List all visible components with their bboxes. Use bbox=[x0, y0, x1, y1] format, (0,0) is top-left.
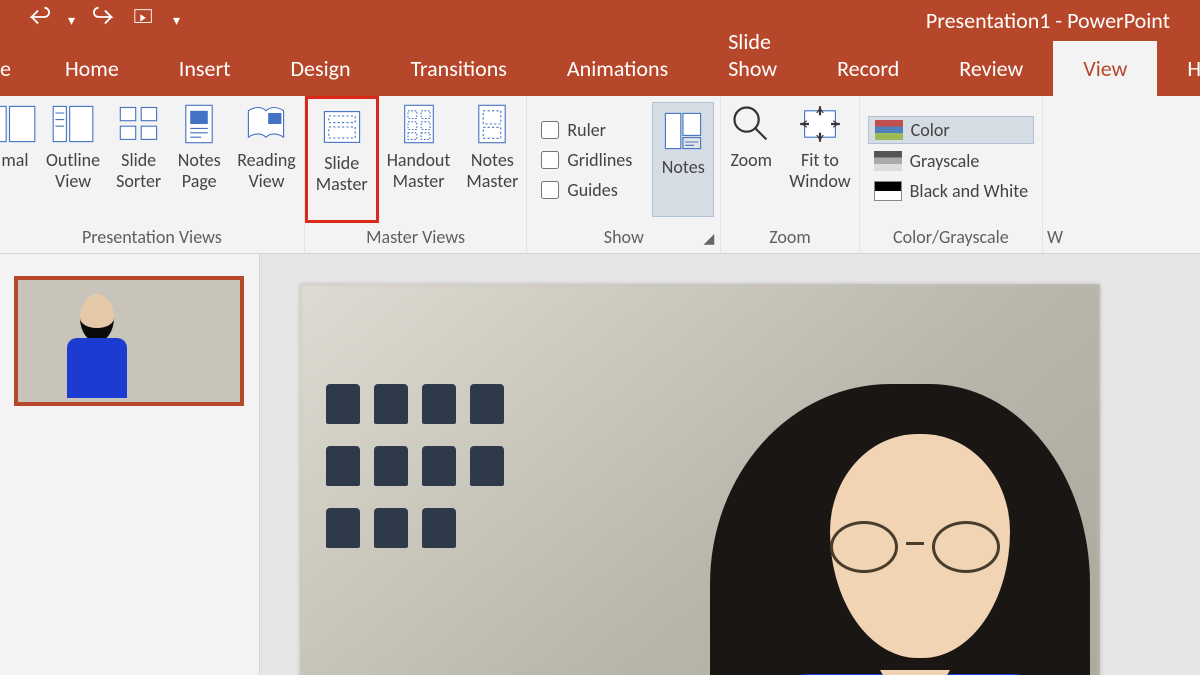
content-area bbox=[0, 254, 1200, 675]
outline-view-icon bbox=[51, 102, 95, 146]
slide-sorter-button[interactable]: Slide Sorter bbox=[108, 96, 169, 223]
notes-icon bbox=[661, 109, 705, 153]
group-show: Ruler Gridlines Guides Notes Show◢ bbox=[527, 96, 721, 253]
group-label-show: Show◢ bbox=[527, 223, 720, 253]
group-label-zoom: Zoom bbox=[721, 223, 858, 253]
zoom-button[interactable]: Zoom bbox=[721, 96, 781, 223]
reading-view-button[interactable]: Reading View bbox=[229, 96, 304, 223]
tab-file-partial[interactable]: e bbox=[0, 41, 35, 96]
slide-image-shelf bbox=[326, 384, 566, 624]
group-label-presentation-views: Presentation Views bbox=[0, 223, 304, 253]
notes-page-button[interactable]: Notes Page bbox=[169, 96, 229, 223]
thumbnail-image bbox=[62, 294, 132, 402]
tab-design[interactable]: Design bbox=[261, 41, 381, 96]
normal-button-partial[interactable]: mal bbox=[0, 96, 38, 223]
slide-sorter-icon bbox=[117, 102, 161, 146]
grayscale-swatch-icon bbox=[874, 151, 902, 171]
gridlines-checkbox[interactable]: Gridlines bbox=[541, 149, 632, 171]
group-label-color-grayscale: Color/Grayscale bbox=[860, 223, 1042, 253]
tab-review[interactable]: Review bbox=[929, 41, 1053, 96]
tab-insert[interactable]: Insert bbox=[149, 41, 261, 96]
reading-view-icon bbox=[244, 102, 288, 146]
slide-image-person bbox=[670, 374, 1100, 675]
window-title: Presentation1 - PowerPoint bbox=[180, 7, 1190, 34]
slide-master-icon bbox=[320, 105, 364, 149]
redo-icon[interactable] bbox=[93, 6, 115, 34]
qat-dropdown-icon[interactable]: ▾ bbox=[173, 12, 180, 29]
tab-slideshow[interactable]: Slide Show bbox=[698, 14, 807, 96]
title-bar: ▾ ▾ Presentation1 - PowerPoint bbox=[0, 0, 1200, 40]
slide-thumbnail-panel bbox=[0, 254, 260, 675]
slide-master-button[interactable]: Slide Master bbox=[305, 96, 379, 223]
notes-master-button[interactable]: Notes Master bbox=[458, 96, 526, 223]
undo-dropdown-icon[interactable]: ▾ bbox=[68, 12, 75, 29]
tab-help[interactable]: Help bbox=[1157, 41, 1200, 96]
handout-master-icon bbox=[397, 102, 441, 146]
group-master-views: Slide Master Handout Master Notes Master… bbox=[305, 96, 528, 253]
color-swatch-icon bbox=[875, 120, 903, 140]
slide-editor[interactable] bbox=[260, 254, 1200, 675]
handout-master-button[interactable]: Handout Master bbox=[379, 96, 459, 223]
normal-icon bbox=[0, 102, 37, 146]
notes-page-icon bbox=[177, 102, 221, 146]
undo-icon[interactable] bbox=[28, 6, 50, 34]
group-window-partial: W bbox=[1043, 96, 1067, 253]
group-presentation-views: mal Outline View Slide Sorter Notes Page… bbox=[0, 96, 305, 253]
tab-record[interactable]: Record bbox=[807, 41, 929, 96]
slide-thumbnail-1[interactable] bbox=[14, 276, 244, 406]
ribbon: mal Outline View Slide Sorter Notes Page… bbox=[0, 96, 1200, 254]
bw-swatch-icon bbox=[874, 181, 902, 201]
guides-checkbox[interactable]: Guides bbox=[541, 179, 632, 201]
window-partial bbox=[1043, 96, 1067, 223]
color-button[interactable]: Color bbox=[868, 116, 1034, 144]
notes-button[interactable]: Notes bbox=[652, 102, 714, 217]
group-zoom: Zoom Fit to Window Zoom bbox=[721, 96, 859, 253]
quick-access-toolbar: ▾ ▾ bbox=[10, 6, 180, 34]
fit-to-window-button[interactable]: Fit to Window bbox=[781, 96, 858, 223]
fit-to-window-icon bbox=[798, 102, 842, 146]
ribbon-tabs: e Home Insert Design Transitions Animati… bbox=[0, 40, 1200, 96]
group-color-grayscale: Color Grayscale Black and White Color/Gr… bbox=[860, 96, 1043, 253]
tab-home[interactable]: Home bbox=[35, 41, 149, 96]
group-label-window-partial: W bbox=[1043, 223, 1067, 253]
show-dialog-launcher-icon[interactable]: ◢ bbox=[704, 230, 715, 247]
tab-animations[interactable]: Animations bbox=[537, 41, 698, 96]
tab-view[interactable]: View bbox=[1053, 41, 1157, 96]
zoom-icon bbox=[729, 102, 773, 146]
tab-transitions[interactable]: Transitions bbox=[381, 41, 537, 96]
black-and-white-button[interactable]: Black and White bbox=[868, 178, 1034, 204]
outline-view-button[interactable]: Outline View bbox=[38, 96, 108, 223]
ruler-checkbox[interactable]: Ruler bbox=[541, 119, 632, 141]
group-label-master-views: Master Views bbox=[305, 223, 527, 253]
slide-canvas[interactable] bbox=[300, 284, 1100, 675]
start-from-beginning-icon[interactable] bbox=[133, 6, 155, 34]
notes-master-icon bbox=[470, 102, 514, 146]
grayscale-button[interactable]: Grayscale bbox=[868, 148, 1034, 174]
